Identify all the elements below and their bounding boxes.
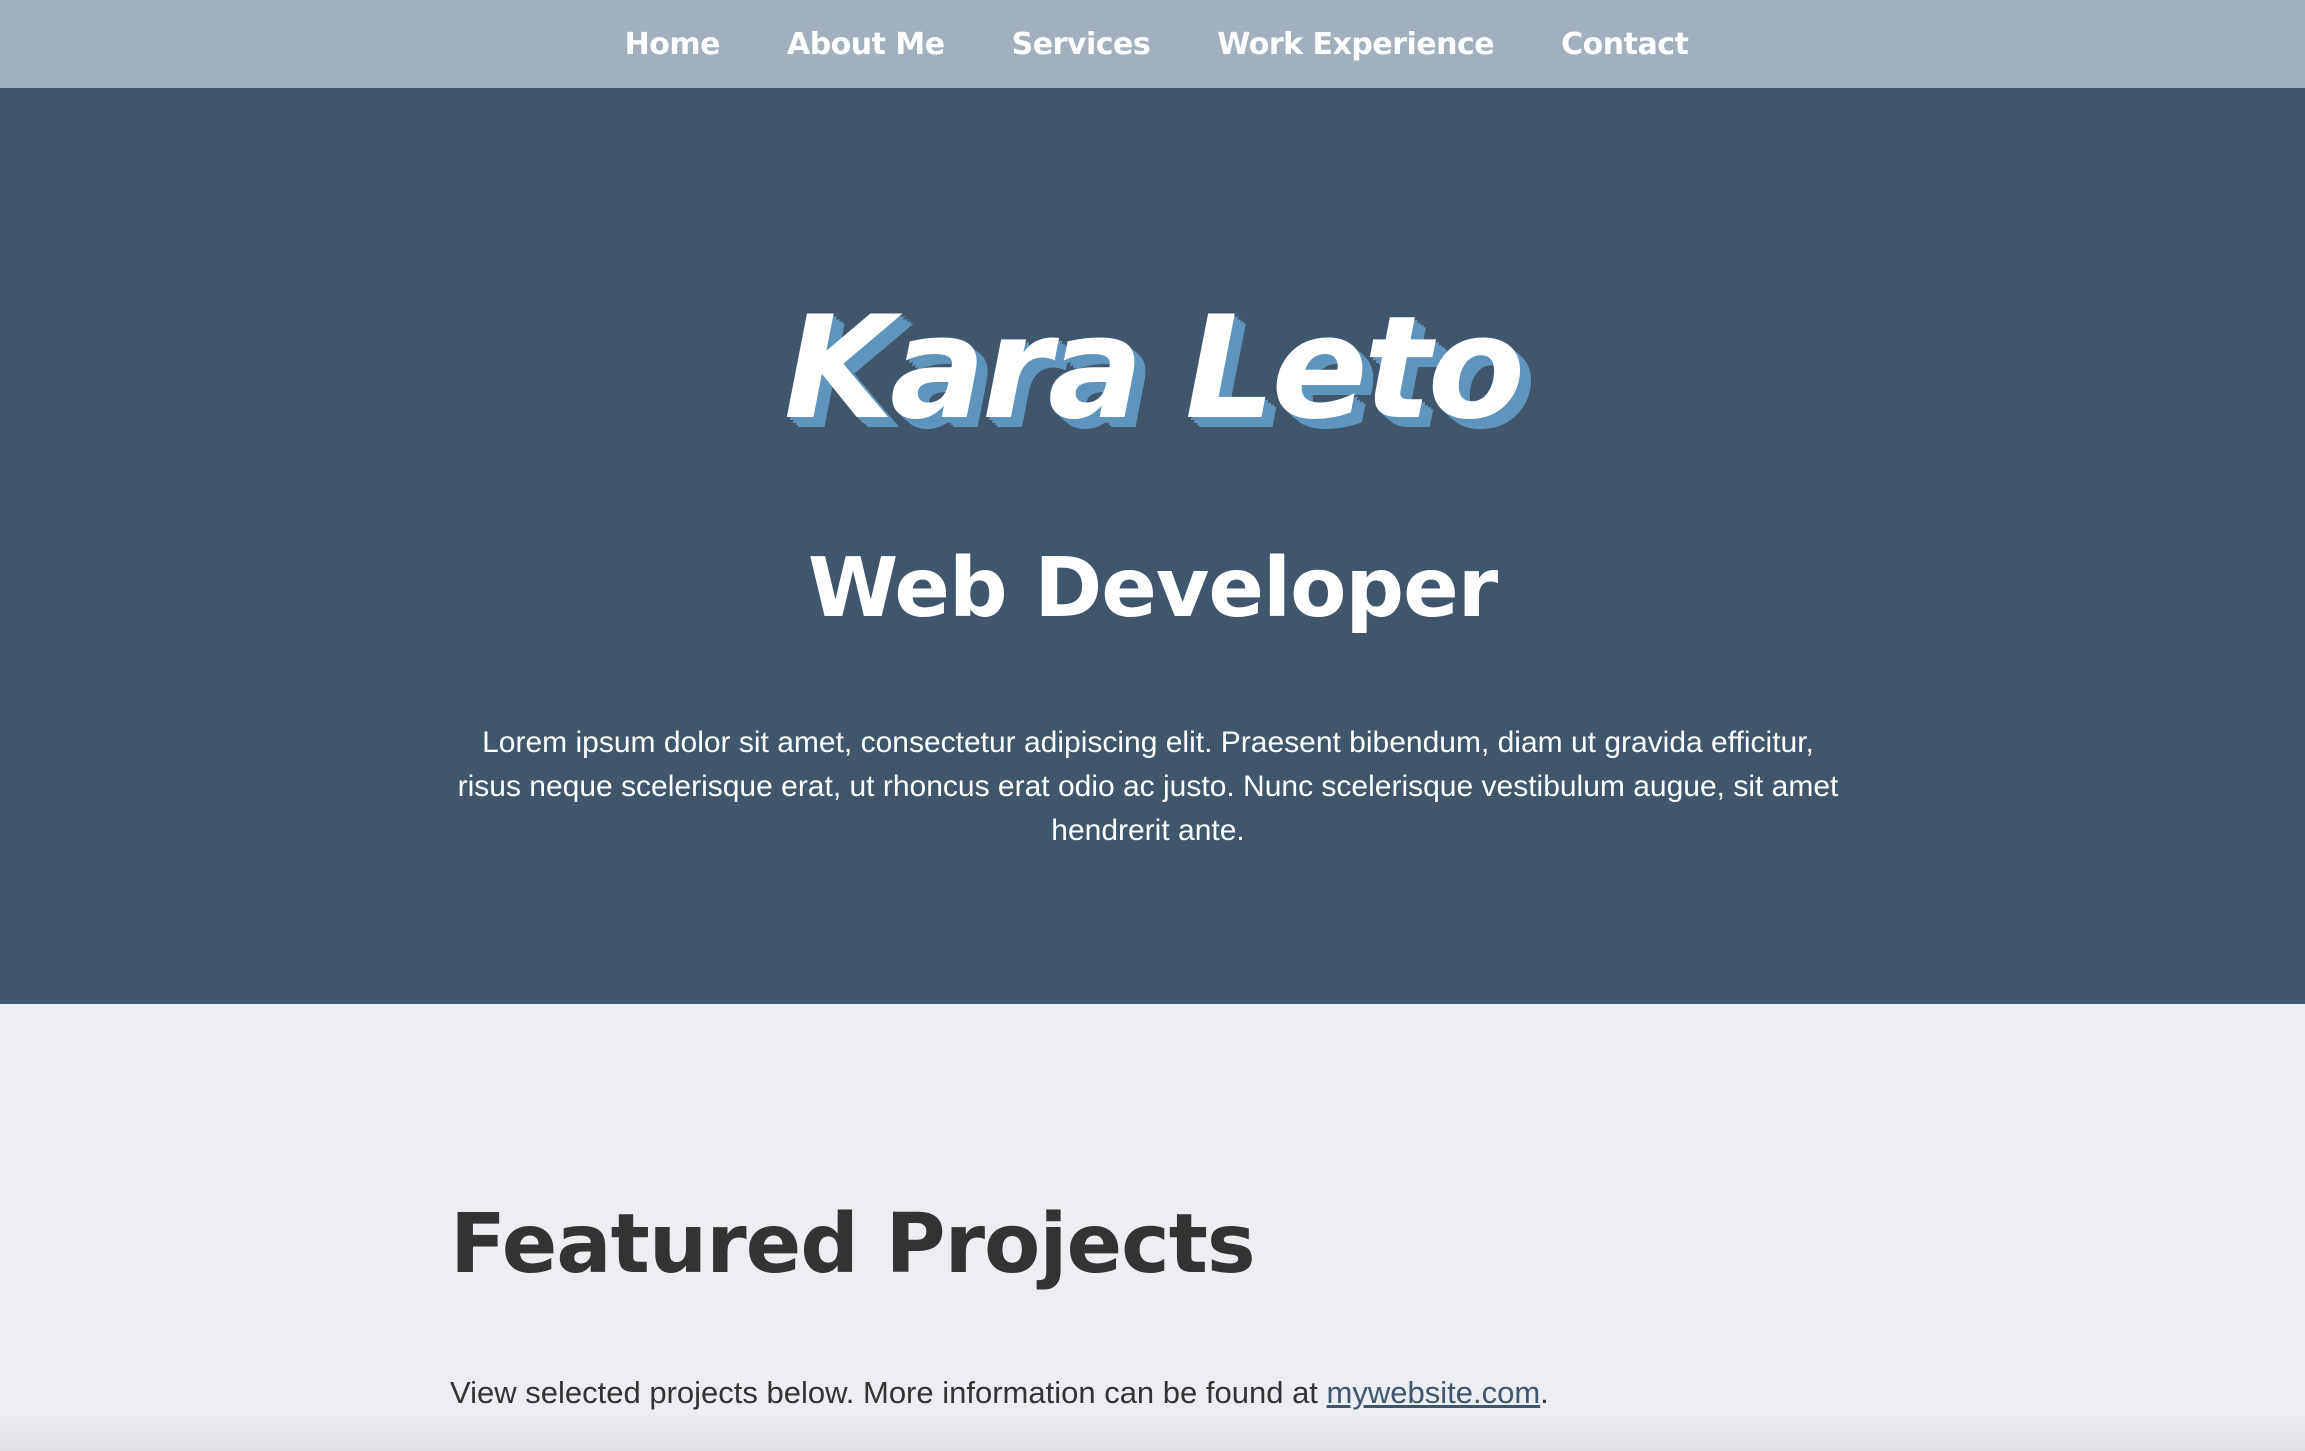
featured-projects-section: Featured Projects View selected projects… bbox=[0, 1004, 2305, 1451]
hero-section: Kara Leto Web Developer Lorem ipsum dolo… bbox=[0, 88, 2305, 1004]
nav-link-about-me[interactable]: About Me bbox=[787, 27, 945, 62]
nav-link-contact[interactable]: Contact bbox=[1561, 27, 1689, 62]
website-link[interactable]: mywebsite.com bbox=[1327, 1375, 1541, 1410]
featured-projects-intro: View selected projects below. More infor… bbox=[450, 1375, 1549, 1411]
hero-name: Kara Leto bbox=[783, 286, 1525, 451]
nav-link-home[interactable]: Home bbox=[625, 27, 721, 62]
hero-description: Lorem ipsum dolor sit amet, consectetur … bbox=[457, 726, 1839, 847]
featured-projects-heading: Featured Projects bbox=[450, 1197, 1256, 1292]
nav-link-services[interactable]: Services bbox=[1012, 27, 1151, 62]
top-navigation: Home About Me Services Work Experience C… bbox=[0, 0, 2305, 88]
hero-job-title: Web Developer bbox=[807, 541, 1498, 636]
intro-text: View selected projects below. More infor… bbox=[450, 1375, 1327, 1410]
nav-link-work-experience[interactable]: Work Experience bbox=[1217, 27, 1494, 62]
intro-suffix: . bbox=[1540, 1375, 1549, 1410]
